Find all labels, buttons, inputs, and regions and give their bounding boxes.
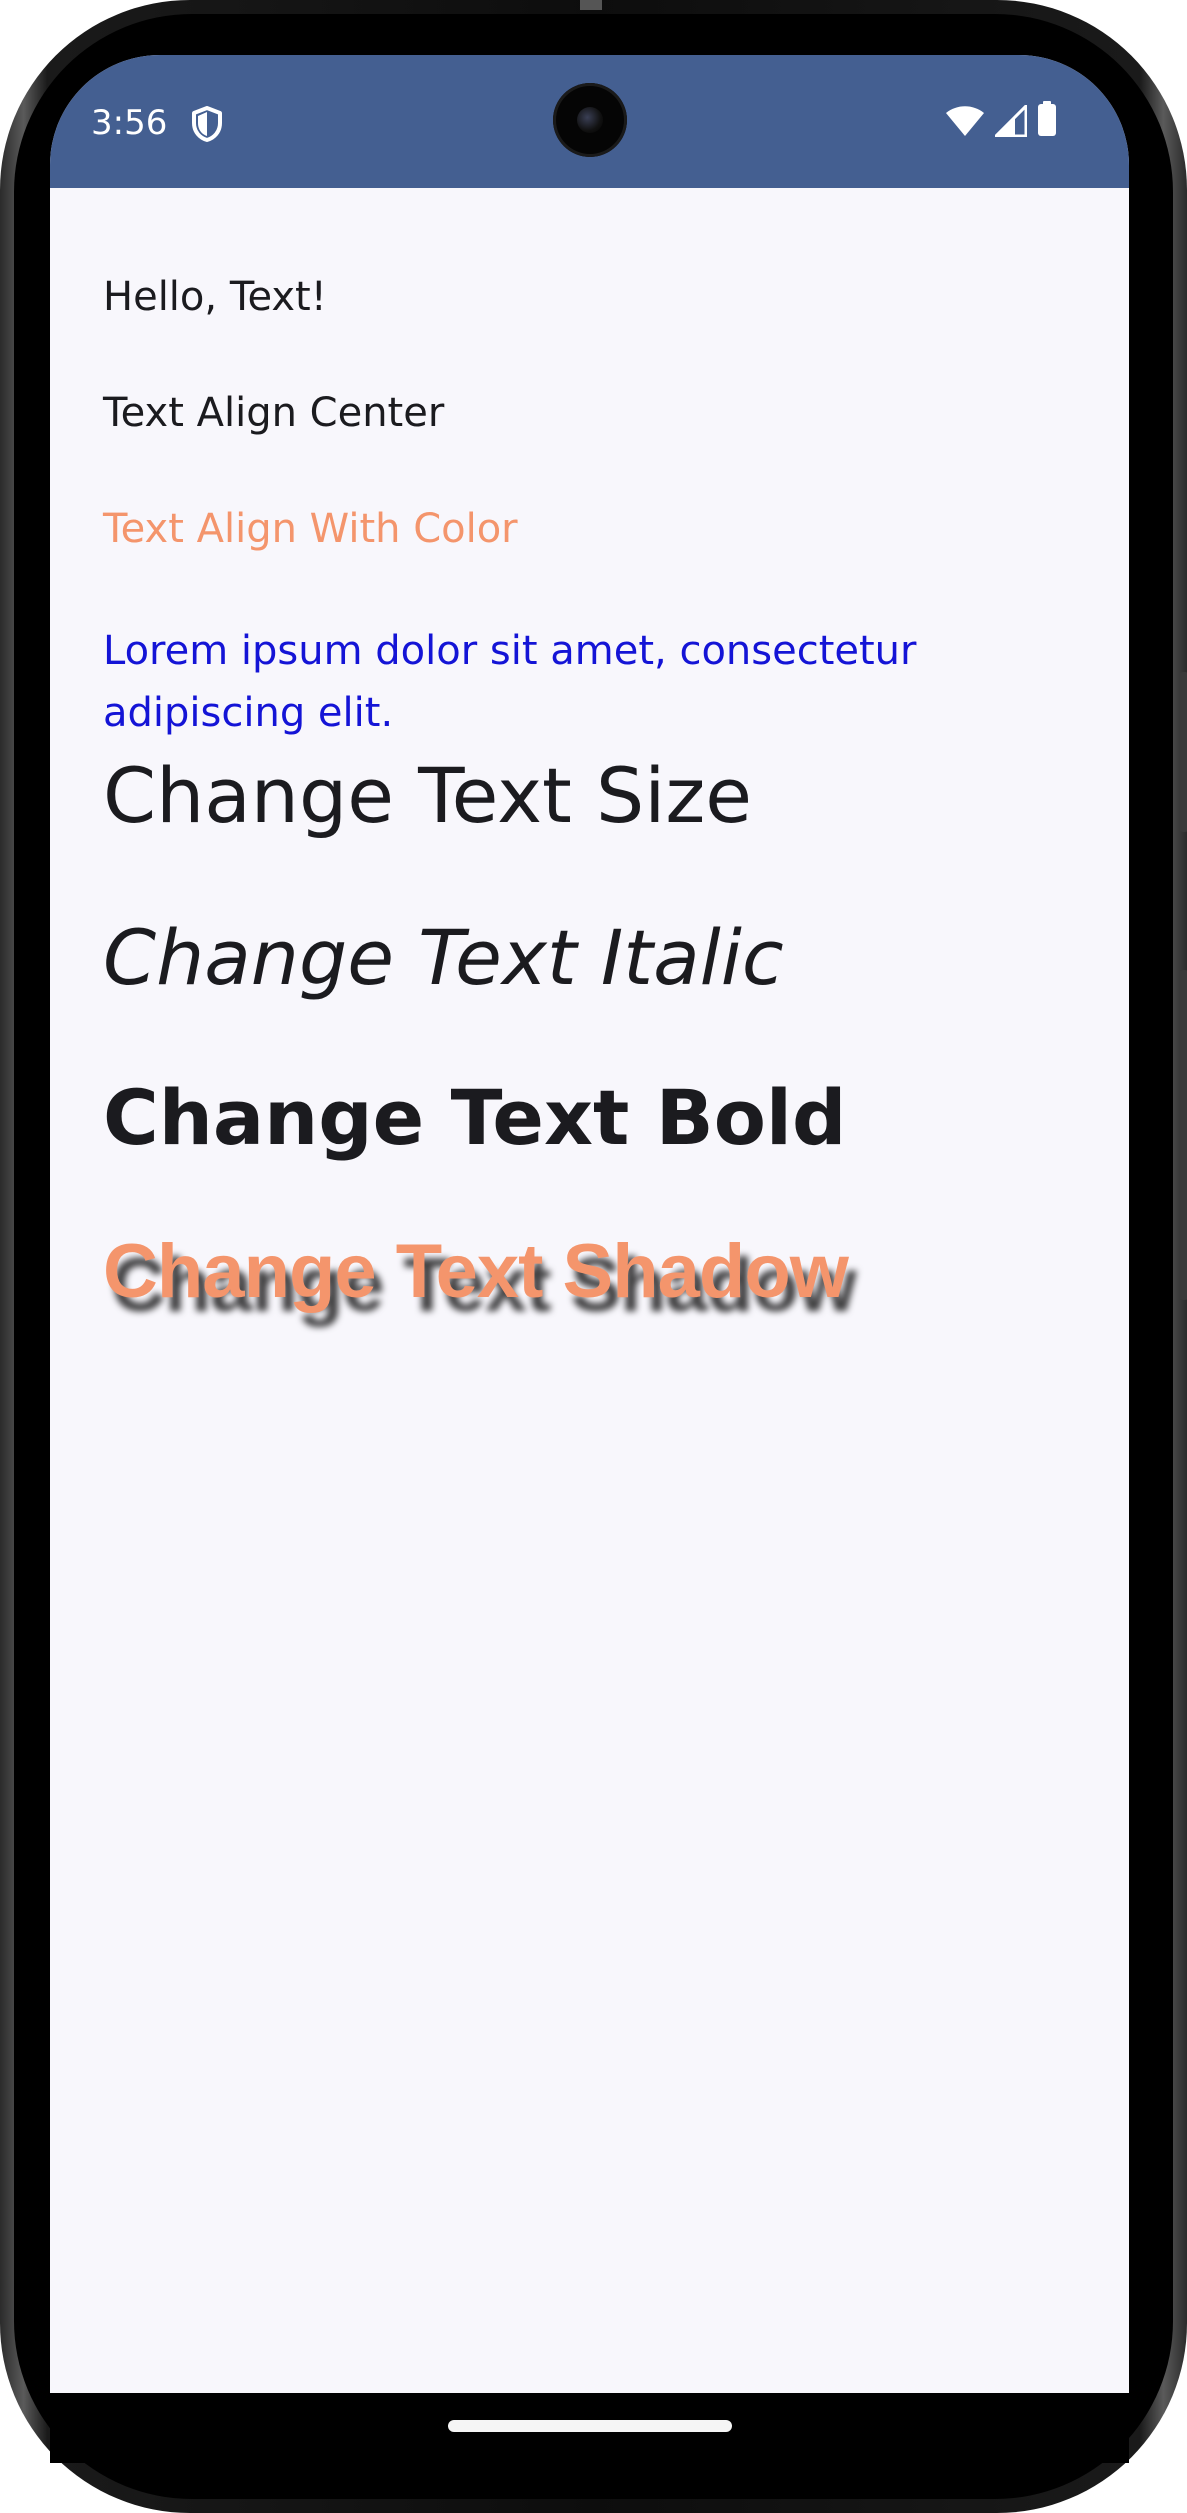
home-indicator[interactable] <box>448 2420 732 2432</box>
lorem-ipsum-text: Lorem ipsum dolor sit amet, consectetur … <box>103 628 917 736</box>
text-align-center: Text Align Center <box>103 390 445 436</box>
text-italic-sample: Change Text Italic <box>103 913 784 1002</box>
power-button <box>1179 672 1187 832</box>
text-bold-sample: Change Text Bold <box>103 1073 847 1162</box>
screen: 3:56 Hello, Text! Text Align Center Text… <box>50 55 1129 2393</box>
front-camera <box>553 83 627 157</box>
frame-antenna-line <box>580 0 602 10</box>
text-size-sample: Change Text Size <box>103 751 753 840</box>
text-shadow-sample: Change Text Shadow <box>103 1229 849 1314</box>
cell-signal-icon <box>994 104 1028 141</box>
content-area: Hello, Text! Text Align Center Text Alig… <box>50 188 1129 2393</box>
wifi-icon <box>945 105 985 141</box>
camera-lens <box>577 107 603 133</box>
hello-text: Hello, Text! <box>103 274 327 320</box>
battery-icon <box>1037 101 1057 141</box>
shield-icon <box>190 105 224 143</box>
volume-button <box>1179 970 1187 1300</box>
status-bar: 3:56 <box>50 55 1129 188</box>
text-align-with-color: Text Align With Color <box>103 506 518 552</box>
status-time: 3:56 <box>91 103 168 143</box>
status-icons <box>945 101 1057 141</box>
